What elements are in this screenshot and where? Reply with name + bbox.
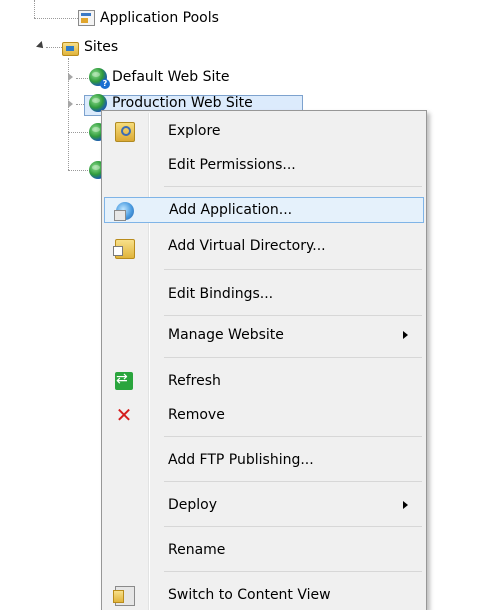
menu-item-label: Add FTP Publishing... bbox=[168, 452, 314, 468]
tree-item-application-pools[interactable]: Application Pools bbox=[78, 7, 219, 29]
menu-separator bbox=[164, 357, 422, 358]
add-virtual-directory-icon bbox=[113, 239, 135, 259]
tree-connector bbox=[76, 78, 88, 79]
menu-item-remove[interactable]: ✕ Remove bbox=[104, 402, 422, 428]
menu-item-deploy[interactable]: Deploy bbox=[104, 492, 422, 518]
menu-item-refresh[interactable]: Refresh bbox=[104, 368, 422, 394]
menu-item-label: Explore bbox=[168, 123, 221, 139]
menu-item-label: Rename bbox=[168, 542, 226, 558]
menu-item-label: Switch to Content View bbox=[168, 587, 331, 603]
menu-item-rename[interactable]: Rename bbox=[104, 537, 422, 563]
menu-item-label: Edit Bindings... bbox=[168, 286, 274, 302]
menu-item-explore[interactable]: Explore bbox=[104, 118, 422, 144]
submenu-arrow-icon bbox=[403, 331, 408, 339]
menu-item-label: Add Virtual Directory... bbox=[168, 238, 326, 254]
menu-separator bbox=[164, 436, 422, 437]
menu-item-add-virtual-directory[interactable]: Add Virtual Directory... bbox=[104, 233, 422, 259]
menu-separator bbox=[164, 186, 422, 187]
tree-connector bbox=[34, 18, 78, 19]
menu-separator bbox=[164, 481, 422, 482]
tree-item-default-web-site[interactable]: Default Web Site bbox=[89, 66, 230, 89]
content-view-icon bbox=[113, 586, 135, 606]
menu-item-add-ftp-publishing[interactable]: Add FTP Publishing... bbox=[104, 447, 422, 473]
tree-connector bbox=[68, 132, 88, 133]
tree-item-label: Production Web Site bbox=[112, 95, 253, 111]
tree-connector bbox=[34, 0, 35, 18]
menu-separator bbox=[164, 269, 422, 270]
menu-item-label: Deploy bbox=[168, 497, 218, 513]
menu-item-label: Remove bbox=[168, 407, 225, 423]
menu-item-switch-to-content-view[interactable]: Switch to Content View bbox=[104, 582, 422, 608]
tree-item-label: Sites bbox=[84, 39, 119, 55]
menu-item-edit-bindings[interactable]: Edit Bindings... bbox=[104, 281, 422, 307]
add-application-icon bbox=[114, 202, 134, 221]
menu-item-label: Refresh bbox=[168, 373, 221, 389]
tree-item-label: Application Pools bbox=[100, 10, 219, 26]
collapse-arrow-icon[interactable] bbox=[36, 41, 46, 51]
menu-item-label: Manage Website bbox=[168, 327, 284, 343]
menu-separator bbox=[164, 315, 422, 316]
menu-separator bbox=[164, 571, 422, 572]
submenu-arrow-icon bbox=[403, 501, 408, 509]
menu-item-manage-website[interactable]: Manage Website bbox=[104, 322, 422, 348]
refresh-icon bbox=[115, 371, 133, 390]
tree-connector bbox=[68, 170, 88, 171]
menu-item-label: Add Application... bbox=[169, 202, 293, 218]
menu-icon-gutter bbox=[148, 113, 150, 610]
menu-item-label: Edit Permissions... bbox=[168, 157, 296, 173]
remove-x-icon: ✕ bbox=[115, 403, 133, 427]
explore-folder-icon bbox=[115, 122, 135, 142]
context-menu: Explore Edit Permissions... Add Applicat… bbox=[101, 110, 427, 610]
menu-separator bbox=[164, 526, 422, 527]
web-site-stopped-globe-icon bbox=[89, 68, 110, 89]
expand-arrow-icon[interactable] bbox=[68, 73, 73, 81]
sites-folder-icon bbox=[62, 41, 79, 56]
menu-item-add-application[interactable]: Add Application... bbox=[104, 197, 424, 223]
application-pools-icon bbox=[78, 10, 95, 26]
tree-item-label: Default Web Site bbox=[112, 69, 230, 85]
tree-item-sites[interactable]: Sites bbox=[62, 36, 118, 58]
tree-connector bbox=[46, 47, 62, 48]
menu-item-edit-permissions[interactable]: Edit Permissions... bbox=[104, 152, 422, 178]
expand-arrow-icon[interactable] bbox=[68, 100, 73, 108]
